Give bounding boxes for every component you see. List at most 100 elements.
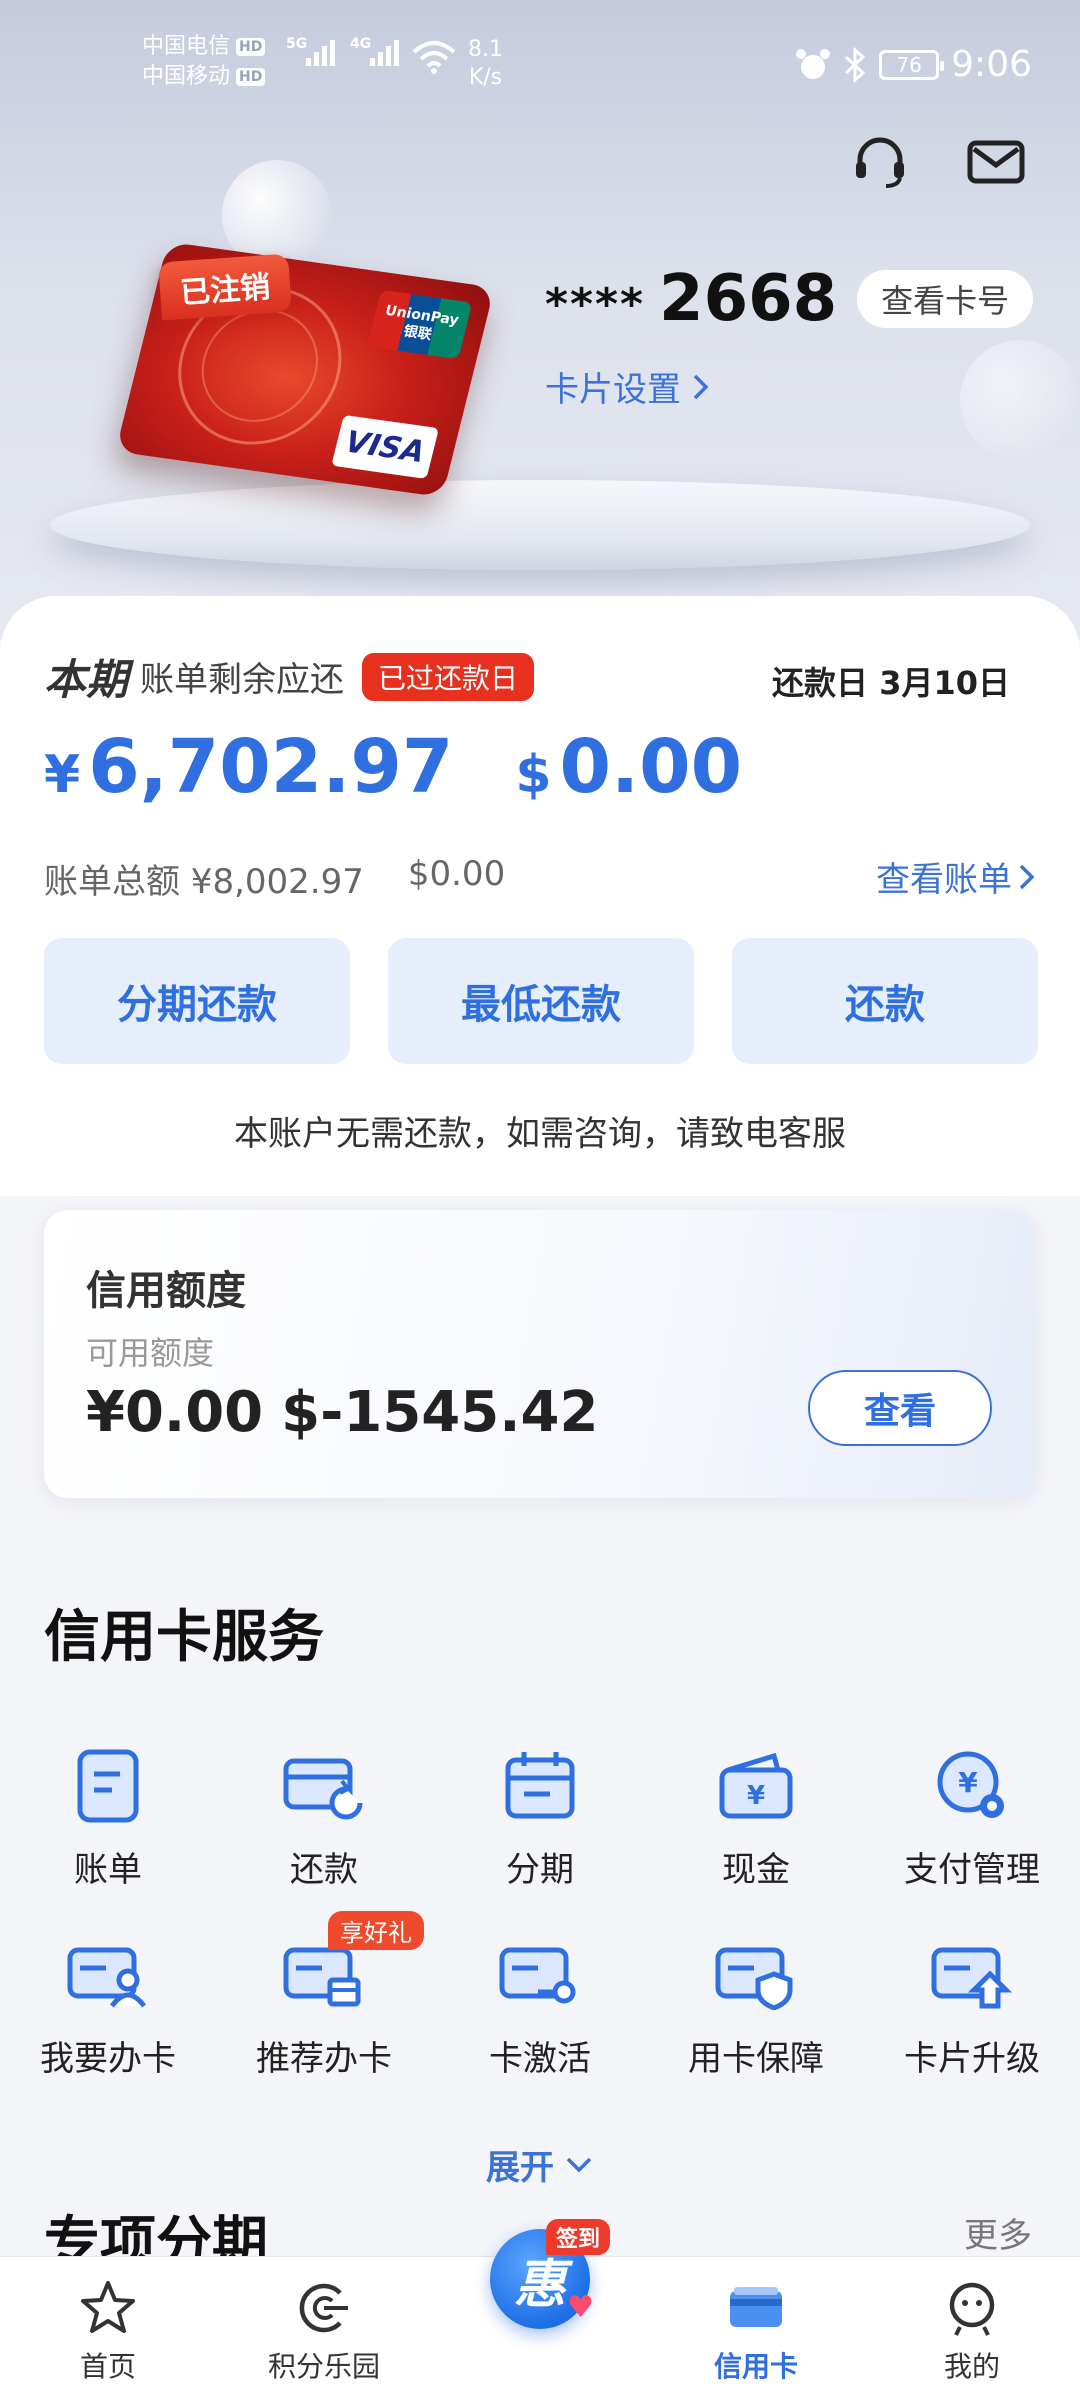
credit-card-icon <box>730 2287 782 2327</box>
view-bill-label: 查看账单 <box>876 860 1012 900</box>
expand-services-button[interactable]: 展开 <box>0 2140 1080 2189</box>
service-label: 还款 <box>290 1850 358 1890</box>
card-settings-label: 卡片设置 <box>545 370 681 410</box>
nav-home[interactable]: 首页 <box>0 2257 216 2400</box>
main-panel: 本期 账单剩余应还 已过还款日 还款日 3月10日 ¥ 6,702.97 $ 0… <box>0 596 1080 2276</box>
bill-total-usd: $0.00 <box>407 854 506 894</box>
bill-total: 账单总额 ¥8,002.97 $0.00 <box>44 854 505 903</box>
star-icon <box>81 2281 135 2333</box>
bill-icon <box>66 1744 150 1828</box>
nav-points[interactable]: 积分乐园 <box>216 2257 432 2400</box>
credit-limit-title: 信用额度 <box>86 1268 246 1314</box>
repay-button[interactable]: 还款 <box>732 938 1038 1064</box>
speed-unit: K/s <box>468 65 503 90</box>
service-cash[interactable]: ¥ 现金 <box>648 1744 864 1891</box>
service-label: 支付管理 <box>904 1850 1040 1890</box>
profile-icon <box>949 2282 995 2336</box>
alarm-icon <box>796 48 831 79</box>
service-label: 卡片升级 <box>904 2039 1040 2079</box>
service-label: 账单 <box>74 1850 142 1890</box>
card-settings-link[interactable]: 卡片设置 <box>545 362 711 411</box>
payment-settings-icon: ¥ <box>930 1744 1014 1828</box>
bill-total-cny: 账单总额 ¥8,002.97 <box>44 862 364 902</box>
svg-text:¥: ¥ <box>958 1766 978 1799</box>
card-pedestal <box>50 480 1030 570</box>
view-credit-button[interactable]: 查看 <box>808 1370 992 1446</box>
hero-header: 中国电信 HD 中国移动 HD 5G 4G 8.1 K/s 76 9:06 Un… <box>0 0 1080 640</box>
nav-profile[interactable]: 我的 <box>864 2257 1080 2400</box>
carrier1-label: 中国电信 <box>142 34 231 59</box>
service-bill[interactable]: 账单 <box>0 1744 216 1891</box>
minimum-repay-button[interactable]: 最低还款 <box>388 938 694 1064</box>
services-title: 信用卡服务 <box>44 1605 324 1670</box>
card-number-mask: **** <box>545 278 646 330</box>
service-card-protection[interactable]: 用卡保障 <box>648 1933 864 2080</box>
cny-symbol: ¥ <box>44 745 81 805</box>
nav-checkin[interactable]: 惠 ♥ 签到 <box>432 2219 648 2400</box>
bill-remaining-label: 账单剩余应还 <box>140 660 345 700</box>
service-recommend-card[interactable]: 享好礼 推荐办卡 <box>216 1911 432 2080</box>
service-repay[interactable]: 还款 <box>216 1744 432 1891</box>
headset-icon[interactable] <box>848 130 912 194</box>
cny-amount: 6,702.97 <box>88 724 454 810</box>
service-installment[interactable]: 分期 <box>432 1744 648 1891</box>
bill-section: 本期 账单剩余应还 已过还款日 还款日 3月10日 ¥ 6,702.97 $ 0… <box>0 596 1080 1196</box>
usd-symbol: $ <box>515 745 552 805</box>
service-label: 用卡保障 <box>688 2039 824 2079</box>
decor-bubble <box>960 340 1080 460</box>
service-card-activate[interactable]: 卡激活 <box>432 1933 648 2080</box>
view-bill-link[interactable]: 查看账单 <box>876 852 1036 901</box>
carrier2-label: 中国移动 <box>142 64 231 89</box>
card-upgrade-icon <box>930 1933 1014 2017</box>
gift-badge: 享好礼 <box>328 1911 424 1950</box>
available-limit-amounts: ¥0.00 $-1545.42 <box>86 1380 598 1445</box>
nav-credit-card[interactable]: 信用卡 <box>648 2257 864 2400</box>
mail-icon[interactable] <box>964 130 1028 194</box>
nav-label: 我的 <box>943 2350 1000 2383</box>
status-bar: 中国电信 HD 中国移动 HD 5G 4G 8.1 K/s 76 9:06 <box>0 0 1080 130</box>
card-protection-icon <box>714 1933 798 2017</box>
service-card-upgrade[interactable]: 卡片升级 <box>864 1933 1080 2080</box>
bill-period: 本期 <box>44 655 129 704</box>
chevron-right-icon <box>693 374 709 399</box>
chevron-right-icon <box>1019 864 1035 889</box>
speed-value: 8.1 <box>468 37 503 62</box>
apply-card-icon <box>66 1933 150 2017</box>
due-date: 还款日 3月10日 <box>772 664 1010 702</box>
usd-amount: 0.00 <box>559 724 743 810</box>
installment-repay-button[interactable]: 分期还款 <box>44 938 350 1064</box>
card-number: **** 2668 查看卡号 <box>545 262 1034 336</box>
wifi-icon <box>412 41 456 74</box>
signal-strength-icon <box>306 40 335 66</box>
service-apply-card[interactable]: 我要办卡 <box>0 1933 216 2080</box>
available-limit-cny: ¥0.00 <box>86 1380 264 1445</box>
nav-label: 积分乐园 <box>267 2350 380 2383</box>
unionpay-logo: UnionPay 银联 <box>367 289 473 360</box>
hd-badge: HD <box>236 38 266 56</box>
status-right: 76 9:06 <box>795 44 1032 85</box>
heart-icon: ♥ <box>567 2290 594 2325</box>
more-link[interactable]: 更多 <box>964 2208 1032 2257</box>
chevron-down-icon <box>566 2157 592 2172</box>
cash-wallet-icon: ¥ <box>714 1744 798 1828</box>
bluetooth-icon <box>845 46 866 83</box>
network-speed: 8.1 K/s <box>468 36 503 92</box>
carrier-info: 中国电信 HD 中国移动 HD <box>142 32 266 92</box>
expand-label: 展开 <box>486 2148 554 2188</box>
service-label: 我要办卡 <box>40 2039 176 2079</box>
card-status-tag: 已注销 <box>158 253 292 321</box>
visa-logo: VISA <box>331 414 439 479</box>
battery-indicator: 76 <box>879 49 945 80</box>
service-payment-settings[interactable]: ¥ 支付管理 <box>864 1744 1080 1891</box>
points-icon <box>299 2283 348 2333</box>
available-limit-label: 可用额度 <box>86 1334 215 1372</box>
available-limit-usd: $-1545.42 <box>281 1380 599 1445</box>
unionpay-cn: 银联 <box>401 323 434 344</box>
svg-text:¥: ¥ <box>747 1781 765 1811</box>
card-activate-icon <box>498 1933 582 2017</box>
view-card-number-button[interactable]: 查看卡号 <box>857 270 1034 328</box>
card-last4: 2668 <box>659 262 838 336</box>
credit-limit-card: 信用额度 可用额度 ¥0.00 $-1545.42 查看 <box>44 1210 1036 1498</box>
header-actions <box>848 130 1028 194</box>
calendar-icon <box>498 1744 582 1828</box>
